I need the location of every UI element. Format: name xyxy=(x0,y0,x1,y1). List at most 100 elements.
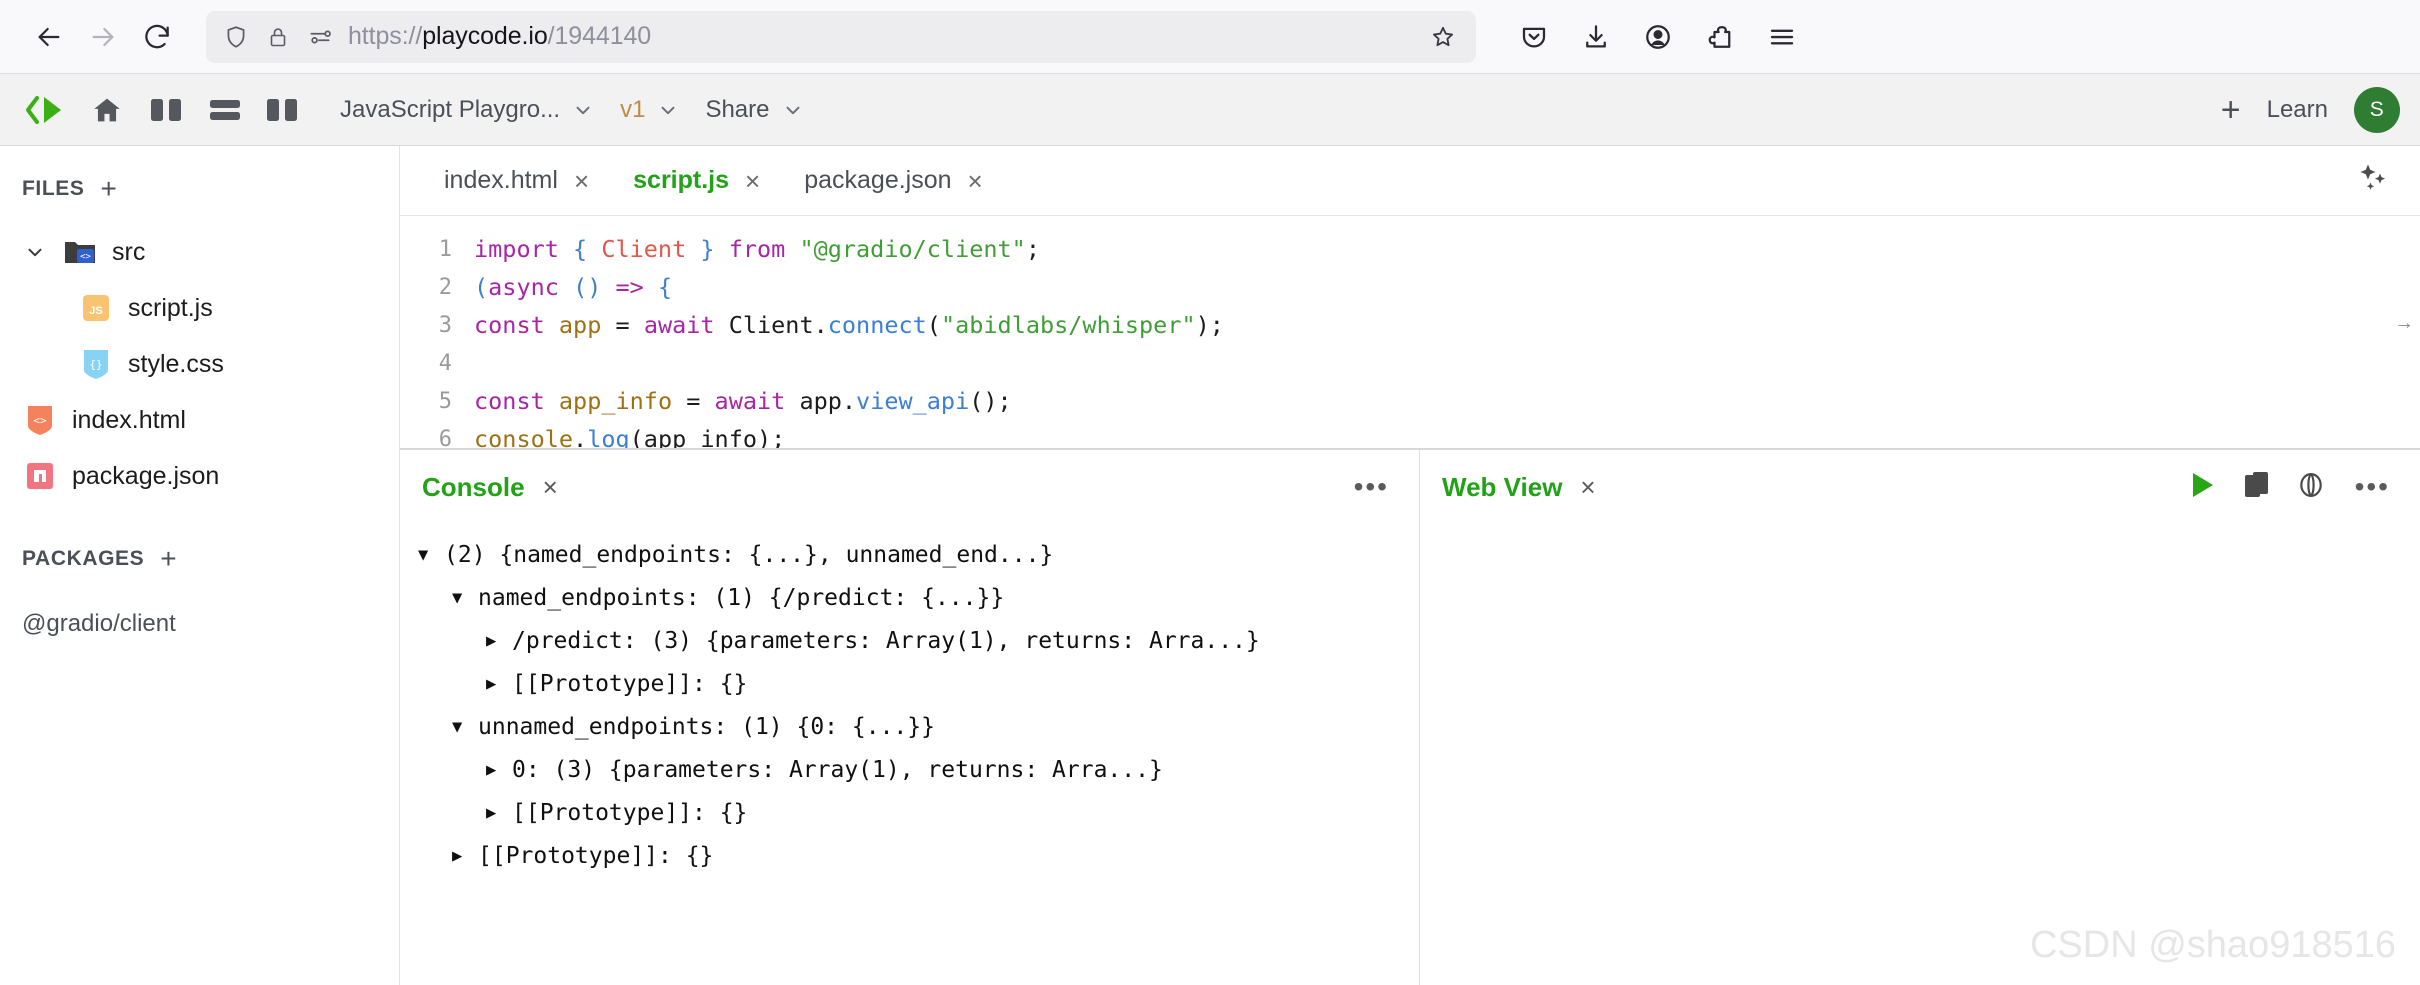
code-line: 1 import { Client } from "@gradio/client"… xyxy=(400,230,2420,268)
download-icon[interactable] xyxy=(1570,11,1622,63)
close-icon[interactable]: × xyxy=(745,168,760,194)
home-icon[interactable] xyxy=(80,84,134,136)
tree-item-label: package.json xyxy=(72,461,220,490)
console-row[interactable]: ▶ 0: (3) {parameters: Array(1), returns: … xyxy=(486,749,1419,792)
lock-icon[interactable] xyxy=(264,23,292,51)
code-text[interactable]: (async () => { xyxy=(474,273,672,301)
console-row[interactable]: ▶ [[Prototype]]: {} xyxy=(452,835,1419,878)
code-text[interactable]: const app = await Client.connect("abidla… xyxy=(474,311,1224,339)
console-row-text: (2) {named_endpoints: {...}, unnamed_end… xyxy=(444,542,1054,568)
package-name: @gradio/client xyxy=(22,610,176,637)
add-package-button[interactable]: + xyxy=(160,545,176,573)
code-text[interactable]: console.log(app_info); xyxy=(474,425,785,448)
console-row[interactable]: ▼ (2) {named_endpoints: {...}, unnamed_en… xyxy=(418,534,1419,577)
new-item-button[interactable]: + xyxy=(2205,93,2257,127)
tree-item-script-js[interactable]: JS script.js xyxy=(0,280,399,336)
close-icon[interactable]: × xyxy=(543,474,558,500)
avatar[interactable]: S xyxy=(2354,86,2400,133)
extensions-icon[interactable] xyxy=(1694,11,1746,63)
layout-rows-icon[interactable] xyxy=(198,84,252,136)
add-file-button[interactable]: + xyxy=(101,175,117,203)
workspace: FILES + <> src JS script.js {} style.css… xyxy=(0,146,2420,985)
share-label[interactable]: Share xyxy=(705,96,769,124)
console-row[interactable]: ▼ unnamed_endpoints: (1) {0: {...}} xyxy=(452,706,1419,749)
editor-column: index.html × script.js × package.json × xyxy=(400,146,2420,985)
app-header: JavaScript Playgro... v1 Share + Learn S xyxy=(0,74,2420,146)
code-text[interactable]: import { Client } from "@gradio/client"; xyxy=(474,235,1040,263)
code-line: 3 const app = await Client.connect("abidl… xyxy=(400,306,2420,344)
triangle-right-icon[interactable]: ▶ xyxy=(486,620,512,663)
console-row[interactable]: ▶/predict: (3) {parameters: Array(1), re… xyxy=(486,620,1419,663)
console-row-text: [[Prototype]]: {} xyxy=(512,671,748,697)
chevron-down-icon[interactable] xyxy=(22,241,48,263)
triangle-right-icon[interactable]: ▶ xyxy=(486,663,512,706)
project-chevron-down-icon[interactable] xyxy=(572,99,594,121)
url-bar[interactable]: https://playcode.io/1944140 xyxy=(206,10,1476,63)
url-text[interactable]: https://playcode.io/1944140 xyxy=(348,22,1412,51)
version-chevron-down-icon[interactable] xyxy=(657,99,679,121)
close-icon[interactable]: × xyxy=(1580,474,1595,500)
triangle-down-icon[interactable]: ▼ xyxy=(418,534,444,577)
permissions-icon[interactable] xyxy=(306,23,334,51)
triangle-down-icon[interactable]: ▼ xyxy=(452,706,478,749)
tab-index-html[interactable]: index.html × xyxy=(422,146,611,216)
code-line: 5 const app_info = await app.view_api(); xyxy=(400,382,2420,420)
learn-link[interactable]: Learn xyxy=(2267,96,2328,124)
tab-script-js[interactable]: script.js × xyxy=(611,146,782,216)
code-editor[interactable]: 1 import { Client } from "@gradio/client"… xyxy=(400,216,2420,448)
bottom-panes: Console × ••• ▼ (2) {named_endpoints: {..… xyxy=(400,448,2420,985)
code-text[interactable]: const app_info = await app.view_api(); xyxy=(474,387,1012,415)
console-pane-header: Console × ••• xyxy=(400,450,1419,524)
console-output[interactable]: ▼ (2) {named_endpoints: {...}, unnamed_en… xyxy=(400,524,1419,985)
close-icon[interactable]: × xyxy=(968,168,983,194)
open-in-browser-icon[interactable] xyxy=(2297,470,2325,505)
console-row[interactable]: ▶ [[Prototype]]: {} xyxy=(486,792,1419,835)
triangle-right-icon[interactable]: ▶ xyxy=(486,792,512,835)
bookmark-star-icon[interactable] xyxy=(1426,20,1460,54)
code-line: 2 (async () => { xyxy=(400,268,2420,306)
svg-text:<>: <> xyxy=(33,414,47,427)
playcode-logo-icon[interactable] xyxy=(14,84,80,136)
tree-item-index-html[interactable]: <> index.html xyxy=(0,392,399,448)
close-icon[interactable]: × xyxy=(574,168,589,194)
triangle-right-icon[interactable]: ▶ xyxy=(452,835,478,878)
svg-text:{}: {} xyxy=(89,358,102,371)
packages-title: PACKAGES xyxy=(22,547,145,570)
account-icon[interactable] xyxy=(1632,11,1684,63)
tree-item-style-css[interactable]: {} style.css xyxy=(0,336,399,392)
webview-menu-icon[interactable]: ••• xyxy=(2351,473,2394,501)
triangle-down-icon[interactable]: ▼ xyxy=(452,577,478,620)
triangle-right-icon[interactable]: ▶ xyxy=(486,749,512,792)
console-menu-icon[interactable]: ••• xyxy=(1350,473,1393,501)
tab-package-json[interactable]: package.json × xyxy=(782,146,1005,216)
layout-split-right-icon[interactable] xyxy=(256,84,310,136)
project-name[interactable]: JavaScript Playgro... xyxy=(340,96,560,124)
hamburger-menu-icon[interactable] xyxy=(1756,11,1808,63)
console-row[interactable]: ▼ named_endpoints: (1) {/predict: {...}} xyxy=(452,577,1419,620)
horizontal-scroll-indicator[interactable]: → xyxy=(2394,312,2414,335)
reload-button[interactable] xyxy=(130,10,184,64)
console-title: Console xyxy=(422,471,525,502)
layout-split-left-icon[interactable] xyxy=(140,84,194,136)
css-file-icon: {} xyxy=(78,346,114,382)
line-number: 5 xyxy=(438,388,452,414)
console-row[interactable]: ▶ [[Prototype]]: {} xyxy=(486,663,1419,706)
console-row-text: named_endpoints: (1) {/predict: {...}} xyxy=(478,585,1005,611)
share-chevron-down-icon[interactable] xyxy=(782,99,804,121)
pocket-icon[interactable] xyxy=(1508,11,1560,63)
console-row-text: /predict: (3) {parameters: Array(1), ret… xyxy=(512,628,1260,654)
tree-item-package-json[interactable]: package.json xyxy=(0,448,399,504)
package-item[interactable]: @gradio/client xyxy=(0,598,399,650)
forward-button[interactable] xyxy=(76,10,130,64)
tree-item-src[interactable]: <> src xyxy=(0,224,399,280)
layout-toggle-group xyxy=(140,84,310,136)
device-preview-icon[interactable] xyxy=(2243,470,2271,505)
back-button[interactable] xyxy=(22,10,76,64)
version-label[interactable]: v1 xyxy=(620,96,645,124)
webview-frame[interactable]: CSDN @shao918516 xyxy=(1420,524,2420,985)
shield-icon[interactable] xyxy=(222,23,250,51)
play-icon[interactable] xyxy=(2189,470,2217,505)
console-row-text: 0: (3) {parameters: Array(1), returns: A… xyxy=(512,757,1163,783)
sparkles-icon[interactable] xyxy=(2354,158,2394,203)
code-line: 6 console.log(app_info); xyxy=(400,420,2420,448)
